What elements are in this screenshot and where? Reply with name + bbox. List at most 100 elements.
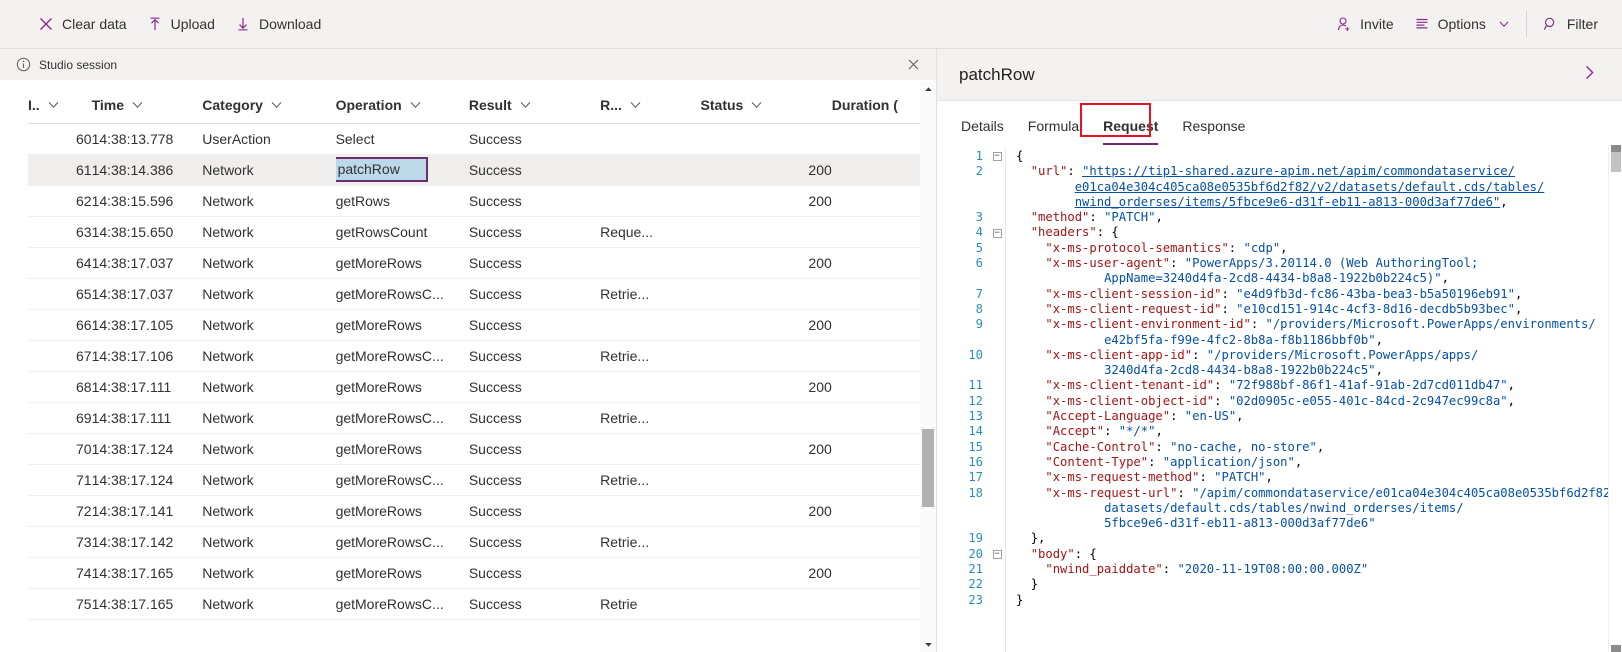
cell-status[interactable]: 200 — [701, 433, 832, 464]
collapse-minus-icon[interactable]: − — [993, 229, 1002, 238]
cell-duration[interactable] — [832, 557, 920, 588]
code-fold-toggle[interactable]: − — [989, 225, 1005, 240]
cell-operation[interactable]: Select — [336, 123, 469, 154]
cell-operation[interactable]: getMoreRows — [336, 433, 469, 464]
cell-operation[interactable]: getRowsCount — [336, 216, 469, 247]
column-header-time[interactable]: Time — [92, 81, 203, 123]
table-row[interactable]: 7514:38:17.165NetworkgetMoreRowsC...Succ… — [28, 588, 920, 619]
cell-id[interactable]: 75 — [28, 588, 92, 619]
table-row[interactable]: 7414:38:17.165NetworkgetMoreRowsSuccess2… — [28, 557, 920, 588]
table-row[interactable]: 7314:38:17.142NetworkgetMoreRowsC...Succ… — [28, 526, 920, 557]
table-row[interactable]: 6114:38:14.386NetworkpatchRowSuccess200 — [28, 154, 920, 185]
cell-duration[interactable] — [832, 185, 920, 216]
cell-id[interactable]: 64 — [28, 247, 92, 278]
cell-time[interactable]: 14:38:17.037 — [92, 247, 203, 278]
cell-operation[interactable]: getMoreRowsC... — [336, 464, 469, 495]
cell-time[interactable]: 14:38:17.124 — [92, 464, 203, 495]
cell-request-response[interactable] — [600, 309, 700, 340]
log-vertical-scrollbar[interactable] — [920, 81, 936, 652]
cell-request-response[interactable]: Reque... — [600, 216, 700, 247]
table-row[interactable]: 7214:38:17.141NetworkgetMoreRowsSuccess2… — [28, 495, 920, 526]
table-row[interactable]: 6614:38:17.105NetworkgetMoreRowsSuccess2… — [28, 309, 920, 340]
cell-category[interactable]: Network — [202, 371, 335, 402]
cell-operation[interactable]: getMoreRows — [336, 495, 469, 526]
session-close-button[interactable] — [902, 54, 924, 76]
cell-duration[interactable] — [832, 278, 920, 309]
cell-duration[interactable] — [832, 247, 920, 278]
cell-category[interactable]: Network — [202, 154, 335, 185]
table-row[interactable]: 6914:38:17.111NetworkgetMoreRowsC...Succ… — [28, 402, 920, 433]
cell-operation[interactable]: patchRow — [336, 154, 469, 185]
cell-operation[interactable]: getMoreRowsC... — [336, 278, 469, 309]
cell-result[interactable]: Success — [469, 185, 600, 216]
table-row[interactable]: 6514:38:17.037NetworkgetMoreRowsC...Succ… — [28, 278, 920, 309]
code-text[interactable]: { "url": "https://tip1-shared.azure-apim… — [1005, 149, 1608, 652]
tab-response[interactable]: Response — [1170, 118, 1257, 145]
cell-request-response[interactable]: Retrie... — [600, 402, 700, 433]
cell-id[interactable]: 63 — [28, 216, 92, 247]
table-row[interactable]: 6014:38:13.778UserActionSelectSuccess — [28, 123, 920, 154]
column-header-operation[interactable]: Operation — [336, 81, 469, 123]
cell-category[interactable]: Network — [202, 247, 335, 278]
cell-operation[interactable]: getMoreRowsC... — [336, 588, 469, 619]
cell-duration[interactable] — [832, 216, 920, 247]
upload-button[interactable]: Upload — [137, 8, 225, 41]
cell-id[interactable]: 68 — [28, 371, 92, 402]
cell-operation[interactable]: getMoreRowsC... — [336, 340, 469, 371]
cell-time[interactable]: 14:38:17.142 — [92, 526, 203, 557]
cell-status[interactable] — [701, 588, 832, 619]
table-row[interactable]: 6714:38:17.106NetworkgetMoreRowsC...Succ… — [28, 340, 920, 371]
cell-request-response[interactable]: Retrie — [600, 588, 700, 619]
cell-category[interactable]: Network — [202, 309, 335, 340]
cell-request-response[interactable] — [600, 154, 700, 185]
cell-time[interactable]: 14:38:15.650 — [92, 216, 203, 247]
cell-time[interactable]: 14:38:17.124 — [92, 433, 203, 464]
column-header-duration[interactable]: Duration ( — [832, 81, 920, 123]
table-row[interactable]: 6814:38:17.111NetworkgetMoreRowsSuccess2… — [28, 371, 920, 402]
column-header-status[interactable]: Status — [701, 81, 832, 123]
cell-time[interactable]: 14:38:17.165 — [92, 557, 203, 588]
cell-id[interactable]: 62 — [28, 185, 92, 216]
cell-status[interactable]: 200 — [701, 495, 832, 526]
cell-category[interactable]: Network — [202, 526, 335, 557]
cell-request-response[interactable] — [600, 371, 700, 402]
cell-id[interactable]: 69 — [28, 402, 92, 433]
code-fold-toggle[interactable]: − — [989, 547, 1005, 562]
cell-status[interactable] — [701, 464, 832, 495]
cell-result[interactable]: Success — [469, 278, 600, 309]
cell-status[interactable] — [701, 402, 832, 433]
column-header-id[interactable]: I.. — [28, 81, 92, 123]
cell-request-response[interactable]: Retrie... — [600, 526, 700, 557]
table-row[interactable]: 6314:38:15.650NetworkgetRowsCountSuccess… — [28, 216, 920, 247]
code-fold-toggle[interactable]: − — [989, 149, 1005, 164]
table-row[interactable]: 6414:38:17.037NetworkgetMoreRowsSuccess2… — [28, 247, 920, 278]
cell-result[interactable]: Success — [469, 588, 600, 619]
scroll-down-arrow-icon[interactable] — [920, 636, 936, 652]
download-button[interactable]: Download — [225, 8, 331, 41]
cell-result[interactable]: Success — [469, 371, 600, 402]
selected-operation-cell[interactable]: patchRow — [336, 157, 428, 182]
cell-category[interactable]: Network — [202, 588, 335, 619]
cell-time[interactable]: 14:38:13.778 — [92, 123, 203, 154]
cell-category[interactable]: Network — [202, 464, 335, 495]
column-header-category[interactable]: Category — [202, 81, 335, 123]
code-fold-column[interactable]: − − − — [989, 149, 1005, 652]
tab-request[interactable]: Request — [1091, 118, 1170, 145]
cell-category[interactable]: Network — [202, 216, 335, 247]
cell-duration[interactable] — [832, 526, 920, 557]
cell-time[interactable]: 14:38:17.141 — [92, 495, 203, 526]
cell-duration[interactable] — [832, 309, 920, 340]
cell-operation[interactable]: getMoreRows — [336, 557, 469, 588]
table-row[interactable]: 7014:38:17.124NetworkgetMoreRowsSuccess2… — [28, 433, 920, 464]
cell-status[interactable]: 200 — [701, 154, 832, 185]
cell-status[interactable]: 200 — [701, 371, 832, 402]
cell-result[interactable]: Success — [469, 495, 600, 526]
cell-operation[interactable]: getMoreRowsC... — [336, 402, 469, 433]
cell-category[interactable]: Network — [202, 278, 335, 309]
cell-duration[interactable] — [832, 123, 920, 154]
cell-request-response[interactable] — [600, 185, 700, 216]
request-code-viewer[interactable]: 1234567891011121314151617181920212223 −−… — [937, 145, 1622, 652]
column-header-result[interactable]: Result — [469, 81, 600, 123]
cell-status[interactable] — [701, 123, 832, 154]
cell-status[interactable] — [701, 216, 832, 247]
